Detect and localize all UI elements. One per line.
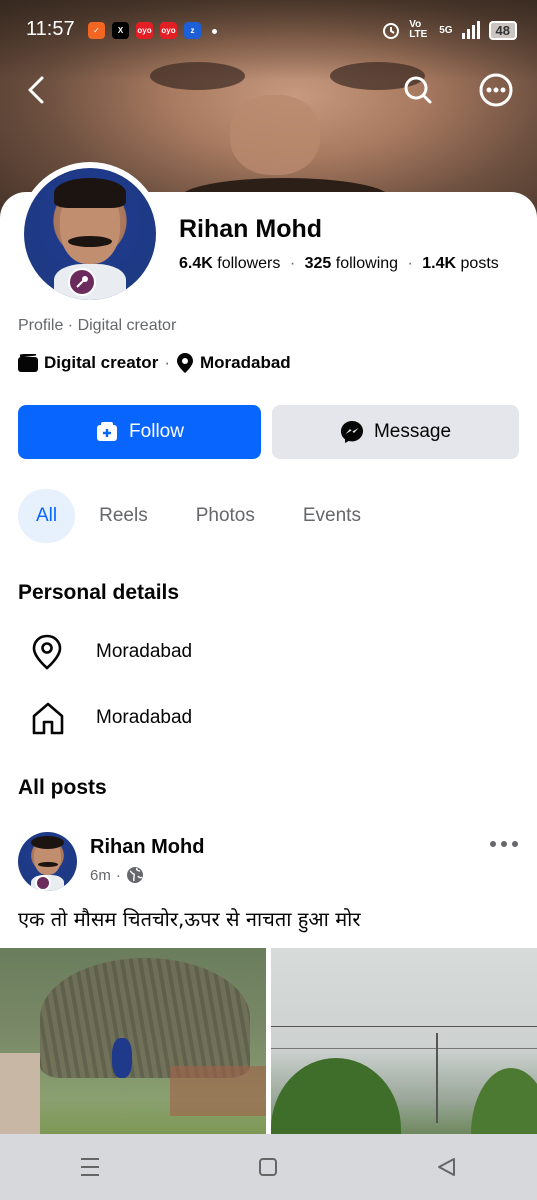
- tab-photos[interactable]: Photos: [172, 489, 279, 543]
- post-time[interactable]: 6m: [90, 867, 111, 884]
- current-city-text: Moradabad: [96, 641, 193, 662]
- follow-add-icon: [97, 422, 118, 441]
- cover-nose: [230, 95, 320, 175]
- location-pin-icon: [32, 634, 62, 670]
- x-app-icon: X: [112, 22, 129, 39]
- messenger-icon: [340, 421, 363, 443]
- category-label: Digital creator: [44, 353, 159, 372]
- location-label[interactable]: Moradabad: [200, 353, 291, 373]
- posts-count: 1.4K: [422, 255, 457, 272]
- profile-type: Profile · Digital creator: [18, 317, 177, 334]
- profile-stats: 6.4K followers · 325 following · 1.4K po…: [179, 255, 499, 272]
- follow-button[interactable]: Follow: [18, 405, 261, 459]
- search-button[interactable]: [398, 70, 438, 110]
- globe-icon: [126, 867, 143, 883]
- follow-label: Follow: [129, 421, 184, 442]
- message-button[interactable]: Message: [272, 405, 519, 459]
- followers-label[interactable]: followers: [217, 255, 280, 272]
- post-header: Rihan Mohd 6m ·: [18, 832, 519, 892]
- clapperboard-icon: [18, 354, 38, 372]
- home-icon: [32, 702, 64, 735]
- cover-left-eye: [150, 62, 245, 90]
- profile-tabs: All Reels Photos Events: [18, 489, 385, 543]
- more-dots-icon: [490, 841, 518, 847]
- creator-star-icon: [76, 276, 88, 288]
- back-triangle-icon[interactable]: [435, 1156, 459, 1178]
- status-bar: 11:57 ✓ X oyo oyo z Vo LTE 5G 48: [0, 14, 537, 48]
- status-right: Vo LTE 5G 48: [381, 20, 517, 40]
- location-pin-icon: [176, 353, 193, 373]
- hometown-text: Moradabad: [96, 707, 193, 728]
- detail-hometown[interactable]: Moradabad: [30, 700, 192, 736]
- home-square-icon[interactable]: [257, 1156, 279, 1178]
- alarm-icon: [383, 23, 400, 39]
- battery-indicator: 48: [488, 20, 517, 40]
- profile-intro: Digital creator · Moradabad: [18, 352, 291, 374]
- network-label: Vo LTE: [409, 19, 428, 40]
- status-time: 11:57: [26, 18, 75, 40]
- tab-all[interactable]: All: [18, 489, 76, 543]
- back-arrow-icon: [28, 76, 44, 104]
- more-options-button[interactable]: [476, 70, 516, 110]
- more-circle-icon: [479, 73, 513, 107]
- signal-icon: [461, 21, 480, 39]
- back-button[interactable]: [16, 70, 56, 110]
- message-label: Message: [373, 421, 452, 442]
- profile-name: Rihan Mohd: [179, 215, 323, 243]
- signal-label: 5G: [439, 24, 453, 36]
- system-navigation-bar: [0, 1134, 537, 1200]
- personal-details-title: Personal details: [18, 581, 180, 604]
- oyo-app-icon-2: oyo: [160, 22, 177, 39]
- detail-current-city[interactable]: Moradabad: [30, 634, 192, 670]
- search-icon: [404, 76, 432, 104]
- post-creator-badge: [35, 875, 51, 891]
- oyo-app-icon: oyo: [136, 22, 153, 39]
- tab-reels[interactable]: Reels: [75, 489, 172, 543]
- posts-label: posts: [460, 255, 499, 272]
- followers-count[interactable]: 6.4K: [179, 255, 213, 272]
- digital-creator-badge: [68, 268, 96, 296]
- post-text: एक तो मौसम चितचोर,ऊपर से नाचता हुआ मोर: [18, 907, 361, 931]
- notif-app-icon: ✓: [88, 22, 105, 39]
- following-count[interactable]: 325: [305, 255, 332, 272]
- recents-menu-icon[interactable]: [78, 1156, 102, 1178]
- zomato-app-icon: z: [184, 22, 201, 39]
- more-notifications-dot: [212, 29, 217, 34]
- post-author-name[interactable]: Rihan Mohd: [90, 836, 204, 859]
- post-meta: 6m ·: [90, 866, 144, 884]
- all-posts-title: All posts: [18, 776, 107, 799]
- tab-events[interactable]: Events: [279, 489, 385, 543]
- following-label[interactable]: following: [336, 255, 398, 272]
- post-more-button[interactable]: [489, 834, 519, 859]
